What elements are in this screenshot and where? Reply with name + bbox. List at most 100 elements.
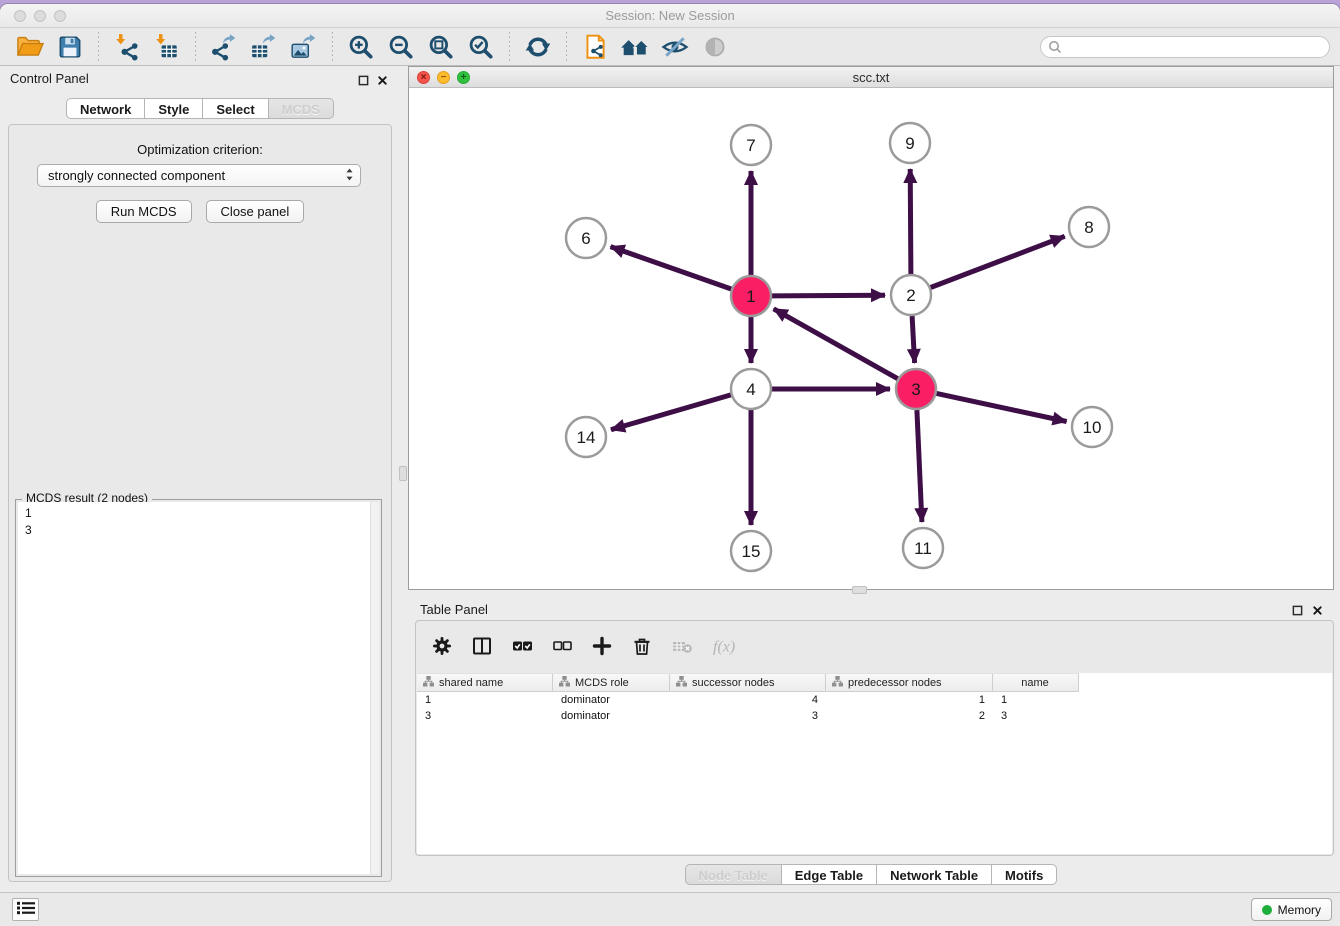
tab-edge-table[interactable]: Edge Table — [782, 864, 877, 885]
graph-node-14[interactable]: 14 — [566, 417, 606, 457]
export-table-icon — [250, 33, 278, 61]
search-input[interactable] — [1040, 36, 1330, 58]
graph-edge-1-6[interactable] — [611, 247, 732, 289]
graph-node-15[interactable]: 15 — [731, 531, 771, 571]
control-panel-float-icon[interactable] — [356, 73, 370, 87]
table-row[interactable]: 3dominator323 — [417, 708, 1332, 724]
graph-node-1[interactable]: 1 — [731, 276, 771, 316]
zoom-out-button[interactable] — [383, 30, 419, 64]
create-column-button[interactable] — [590, 635, 614, 659]
run-mcds-button[interactable]: Run MCDS — [96, 200, 192, 223]
table-panel-close-icon[interactable] — [1310, 603, 1324, 617]
table-splitter-grip[interactable] — [852, 586, 867, 594]
zoom-in-button[interactable] — [343, 30, 379, 64]
show-graphics-details-button[interactable] — [657, 30, 693, 64]
table-tabs-row: Node TableEdge TableNetwork TableMotifs — [408, 864, 1334, 887]
show-all-networks-button[interactable] — [617, 30, 653, 64]
table-cell: 3 — [993, 710, 1077, 722]
tab-node-table[interactable]: Node Table — [685, 864, 782, 885]
export-network-button[interactable] — [206, 30, 242, 64]
new-network-from-selection-icon — [581, 33, 609, 61]
task-history-button[interactable] — [12, 898, 39, 921]
tab-network[interactable]: Network — [66, 98, 145, 119]
graph-edge-2-8[interactable] — [931, 236, 1065, 287]
table-toolbar: f(x) — [416, 621, 1333, 673]
titlebar[interactable]: Session: New Session — [0, 4, 1340, 28]
open-file-button[interactable] — [12, 30, 48, 64]
zoom-fit-content-icon — [427, 33, 455, 61]
result-scrollbar[interactable] — [370, 502, 379, 874]
column-label: shared name — [439, 677, 503, 689]
graph-edge-2-9[interactable] — [910, 169, 911, 274]
save-session-button[interactable] — [52, 30, 88, 64]
graph-node-3[interactable]: 3 — [896, 369, 936, 409]
column-header-shared-name[interactable]: shared name — [417, 674, 553, 691]
graph-edge-3-10[interactable] — [937, 393, 1067, 421]
memory-status-dot — [1262, 905, 1272, 915]
memory-button[interactable]: Memory — [1251, 898, 1332, 921]
mcds-result-list[interactable]: 13 — [18, 502, 379, 874]
network-frame: × − + scc.txt 1 2 3 4 6 7 8 9 10 11 14 15 — [408, 66, 1334, 590]
delete-columns-icon — [631, 635, 653, 660]
export-network-icon — [210, 33, 238, 61]
close-panel-button[interactable]: Close panel — [206, 200, 305, 223]
table-panel-float-icon[interactable] — [1290, 603, 1304, 617]
table-header-row: shared name MCDS rolesuccessor nodesprede… — [417, 673, 1079, 692]
criterion-select[interactable]: strongly connected component — [37, 164, 361, 187]
panel-splitter-grip[interactable] — [399, 466, 407, 481]
new-network-from-selection-button[interactable] — [577, 30, 613, 64]
graph-edge-3-1[interactable] — [774, 309, 898, 379]
graph-node-label: 1 — [746, 287, 755, 306]
tab-motifs[interactable]: Motifs — [992, 864, 1057, 885]
graph-node-6[interactable]: 6 — [566, 218, 606, 258]
zoom-selected-region-button[interactable] — [463, 30, 499, 64]
mcds-result-line: 1 — [25, 505, 372, 522]
show-all-columns-button[interactable] — [510, 635, 534, 659]
table-cell: 1 — [417, 694, 553, 706]
graph-node-7[interactable]: 7 — [731, 125, 771, 165]
hide-all-columns-icon — [551, 635, 573, 660]
control-panel-title: Control Panel — [10, 71, 89, 86]
network-frame-titlebar[interactable]: × − + scc.txt — [409, 67, 1333, 88]
control-panel-header: Control Panel — [0, 66, 400, 92]
graph-edge-1-2[interactable] — [772, 295, 885, 296]
status-bar: Memory — [0, 892, 1340, 926]
hide-all-columns-button[interactable] — [550, 635, 574, 659]
graph-node-2[interactable]: 2 — [891, 275, 931, 315]
graph-edge-4-14[interactable] — [611, 395, 731, 430]
apply-preferred-layout-button[interactable] — [520, 30, 556, 64]
graph-node-10[interactable]: 10 — [1072, 407, 1112, 447]
apply-preferred-layout-icon — [524, 33, 552, 61]
column-header-mcds-role[interactable]: MCDS role — [553, 674, 670, 691]
tab-select[interactable]: Select — [203, 98, 268, 119]
column-header-name[interactable]: name — [993, 674, 1077, 691]
column-header-successor-nodes[interactable]: successor nodes — [670, 674, 826, 691]
network-canvas[interactable]: 1 2 3 4 6 7 8 9 10 11 14 15 — [409, 88, 1333, 589]
zoom-selected-region-icon — [467, 33, 495, 61]
zoom-fit-content-button[interactable] — [423, 30, 459, 64]
table-row[interactable]: 1dominator411 — [417, 692, 1332, 708]
graph-node-9[interactable]: 9 — [890, 123, 930, 163]
control-panel-close-icon[interactable] — [375, 73, 389, 87]
node-table: shared name MCDS rolesuccessor nodesprede… — [417, 673, 1332, 854]
import-network-button[interactable] — [109, 30, 145, 64]
table-settings-button[interactable] — [430, 635, 454, 659]
graph-edge-3-11[interactable] — [917, 410, 922, 522]
zoom-in-icon — [347, 33, 375, 61]
tab-network-table[interactable]: Network Table — [877, 864, 992, 885]
delete-columns-button[interactable] — [630, 635, 654, 659]
table-cell: 1 — [993, 694, 1077, 706]
tab-mcds[interactable]: MCDS — [269, 98, 334, 119]
graph-node-4[interactable]: 4 — [731, 369, 771, 409]
graph-node-11[interactable]: 11 — [903, 528, 943, 568]
import-table-button[interactable] — [149, 30, 185, 64]
tab-style[interactable]: Style — [145, 98, 203, 119]
table-panel-header: Table Panel — [408, 594, 1334, 620]
graph-node-8[interactable]: 8 — [1069, 207, 1109, 247]
graph-edge-2-3[interactable] — [912, 316, 915, 363]
column-header-predecessor-nodes[interactable]: predecessor nodes — [826, 674, 993, 691]
split-columns-button[interactable] — [470, 635, 494, 659]
toolbar-separator — [98, 32, 99, 62]
export-table-button[interactable] — [246, 30, 282, 64]
export-image-button[interactable] — [286, 30, 322, 64]
